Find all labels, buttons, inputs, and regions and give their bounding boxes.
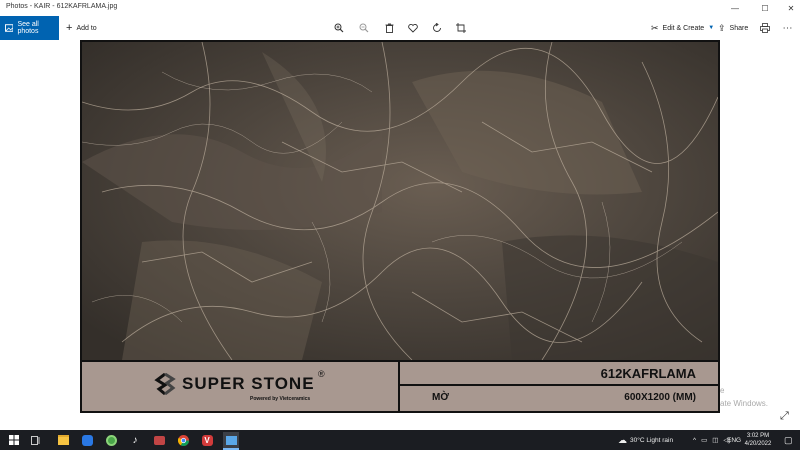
watermark-line-1: e — [720, 386, 725, 395]
see-all-label: See all photos — [17, 21, 39, 35]
share-icon: ⇪ — [718, 22, 726, 33]
crop-icon[interactable] — [452, 16, 470, 40]
coccoc-browser-icon[interactable] — [103, 432, 119, 448]
cloud-rain-icon: ☁ — [618, 434, 627, 445]
brand-name: SUPER STONE — [182, 374, 315, 393]
zoom-in-icon[interactable] — [330, 16, 348, 40]
registered-mark: ® — [318, 369, 325, 379]
more-icon[interactable]: ⋯ — [779, 16, 797, 40]
finish-text: MỜ — [432, 392, 449, 403]
battery-icon: ▭ — [701, 437, 708, 444]
delete-icon[interactable] — [380, 16, 398, 40]
network-icon: ◫ — [712, 437, 719, 444]
window-title: Photos - KAIR - 612KAFRLAMA.jpg — [6, 3, 118, 10]
maximize-button[interactable]: ☐ — [752, 0, 778, 16]
chrome-icon[interactable] — [175, 432, 191, 448]
brand-logo: SUPER STONE — [154, 373, 315, 395]
expand-icon[interactable]: ⤢ — [780, 410, 789, 423]
chevron-down-icon: ▼ — [708, 25, 715, 31]
system-tray-icons[interactable]: ^ ▭ ◫ ◁) — [693, 430, 731, 450]
edit-icon: ✂ — [651, 22, 659, 33]
zoom-out-icon[interactable] — [355, 16, 373, 40]
print-icon[interactable] — [756, 16, 774, 40]
zalo-icon[interactable] — [79, 432, 95, 448]
product-label-panel: SUPER STONE ® Powered by Vietceramics 61… — [82, 360, 718, 411]
toolbar: See all photos + Add to ✂ Edit & Create … — [0, 16, 800, 40]
marble-texture-image — [82, 42, 718, 360]
vivaldi-icon[interactable]: V — [199, 432, 215, 448]
edit-create-button[interactable]: ✂ Edit & Create ▼ — [651, 16, 714, 40]
close-button[interactable]: ✕ — [778, 0, 800, 16]
weather-widget[interactable]: ☁ 30°C Light rain — [618, 430, 673, 450]
heart-icon[interactable] — [404, 16, 422, 40]
tiktok-icon[interactable]: ♪ — [127, 432, 143, 448]
taskbar: ♪ V ☁ 30°C Light rain ^ ▭ ◫ ◁) ENG 3:02 … — [0, 430, 800, 450]
watermark-line-2: ate Windows. — [720, 399, 769, 408]
clock-time: 3:02 PM — [746, 433, 770, 439]
super-stone-logo-icon — [154, 373, 176, 395]
brand-subtitle: Powered by Vietceramics — [250, 396, 311, 402]
photo-editor-icon[interactable] — [151, 432, 167, 448]
photo-canvas: SUPER STONE ® Powered by Vietceramics 61… — [80, 40, 720, 413]
add-to-button[interactable]: + Add to — [66, 16, 97, 40]
minimize-button[interactable]: — — [722, 0, 748, 16]
share-label: Share — [729, 24, 749, 32]
size-text: 600X1200 (MM) — [624, 392, 696, 403]
activate-windows-watermark: e ate Windows. — [720, 384, 768, 410]
photos-icon — [5, 24, 14, 32]
share-button[interactable]: ⇪ Share — [718, 16, 748, 40]
product-code-cell: 612KAFRLAMA — [400, 362, 718, 386]
windows-start-icon[interactable] — [6, 432, 22, 448]
taskbar-clock[interactable]: 3:02 PM 4/20/2022 — [741, 432, 775, 448]
title-bar: Photos - KAIR - 612KAFRLAMA.jpg — ☐ ✕ — [0, 0, 800, 16]
clock-date: 4/20/2022 — [744, 441, 772, 447]
see-all-photos-button[interactable]: See all photos — [0, 16, 59, 40]
weather-text: 30°C Light rain — [630, 436, 674, 444]
notification-icon[interactable]: ▢ — [784, 430, 793, 450]
edit-create-label: Edit & Create — [662, 24, 705, 32]
language-indicator[interactable]: ENG — [727, 430, 741, 450]
add-to-label: Add to — [76, 24, 97, 32]
photos-app-icon[interactable] — [223, 432, 239, 450]
rotate-icon[interactable] — [428, 16, 446, 40]
plus-icon: + — [66, 22, 73, 34]
language-text: ENG — [727, 436, 742, 444]
product-code: 612KAFRLAMA — [600, 366, 696, 381]
file-explorer-icon[interactable] — [55, 432, 71, 448]
chevron-up-icon: ^ — [693, 436, 697, 444]
brand-cell: SUPER STONE ® Powered by Vietceramics — [82, 362, 400, 411]
task-view-icon[interactable] — [28, 432, 44, 448]
